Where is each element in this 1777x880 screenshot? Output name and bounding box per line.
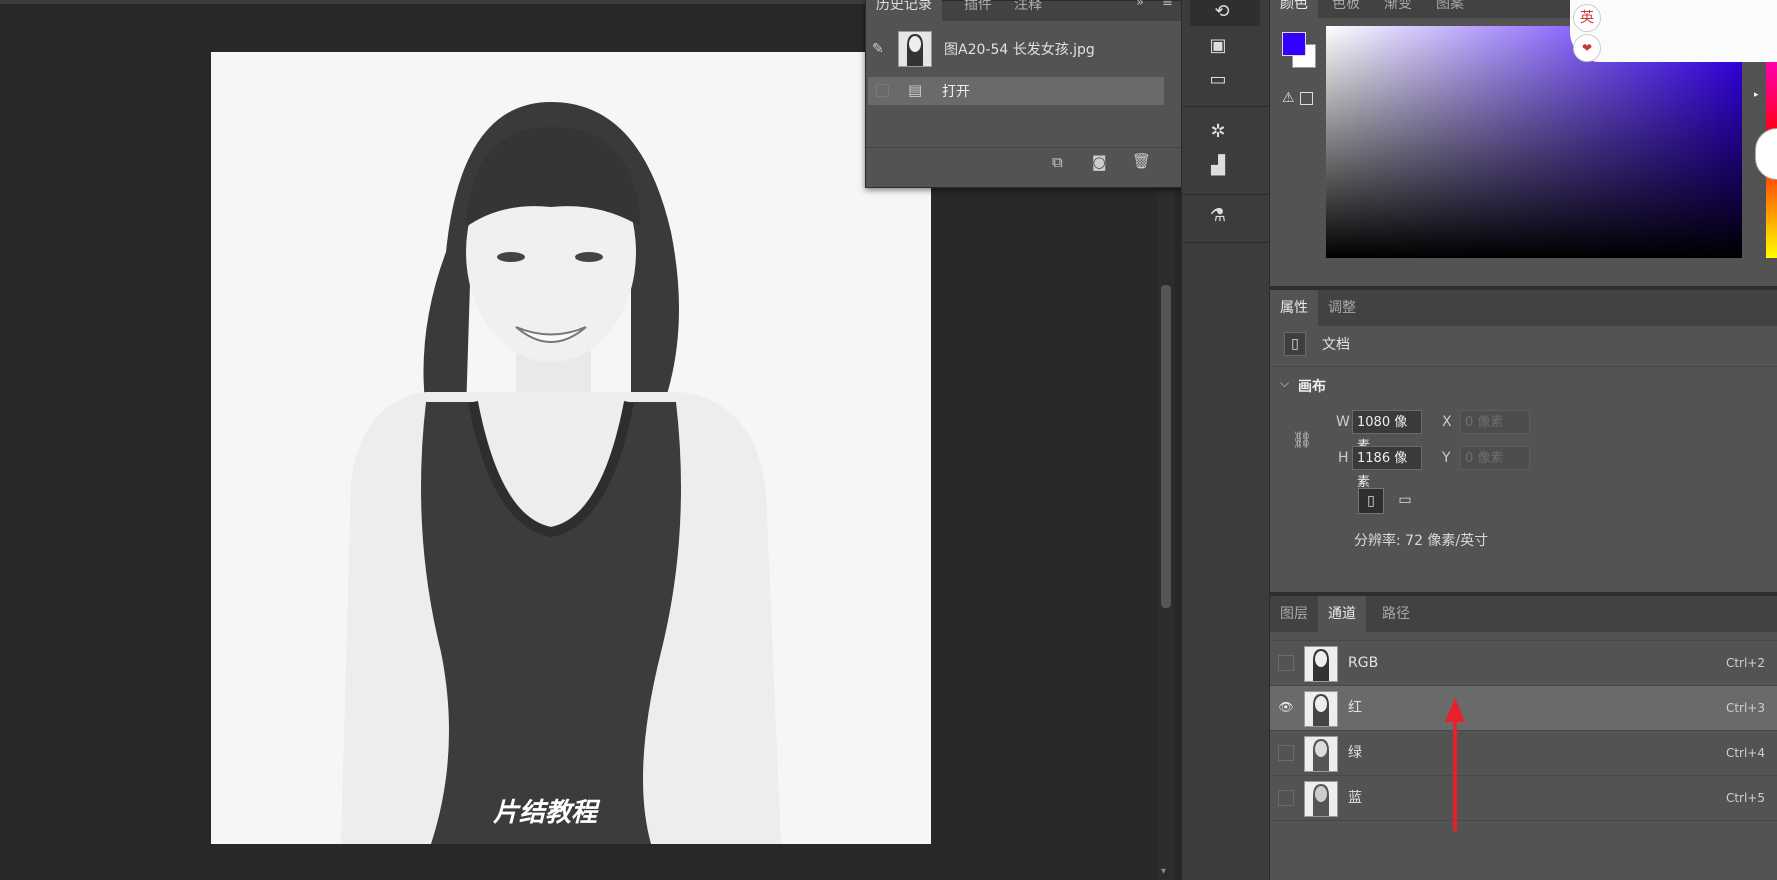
channel-name: 红: [1348, 700, 1362, 716]
visibility-toggle[interactable]: [1278, 655, 1294, 671]
portrait-orientation-icon[interactable]: ▯: [1358, 488, 1384, 514]
document-icon: ▤: [908, 81, 923, 99]
history-step-row[interactable]: ▤ 打开: [868, 77, 1164, 105]
history-source-checkbox[interactable]: [876, 84, 889, 97]
histogram-icon[interactable]: ▟: [1206, 156, 1230, 176]
channel-shortcut: Ctrl+5: [1725, 791, 1765, 805]
channel-name: 蓝: [1348, 790, 1362, 806]
snapshot-name: 图A20-54 长发女孩.jpg: [944, 42, 1095, 58]
history-step-label: 打开: [942, 84, 970, 100]
foreground-color-swatch[interactable]: [1282, 32, 1306, 56]
canvas-y-field[interactable]: 0 像素: [1460, 446, 1530, 470]
right-panel-column: 颜色 色板 渐变 图案 ⚠ ▸ 英 ❤ 属性 调整 ▯ 文档 ⌵ 画布 ⛓ W …: [1270, 0, 1777, 880]
history-panel: 历史记录 插件 注释 » ≡ ✎ 图A20-54 长发女孩.jpg ▤ 打开 ⧉…: [865, 0, 1183, 188]
channel-thumbnail: [1304, 646, 1338, 682]
snapshot-thumbnail: [898, 31, 932, 67]
channel-thumbnail: [1304, 736, 1338, 772]
divider: [1270, 820, 1777, 821]
ime-language-badge[interactable]: 英: [1573, 4, 1601, 32]
history-tab-bar: 历史记录 插件 注释 » ≡: [866, 0, 1182, 21]
panel-menu-icon[interactable]: ≡: [1162, 0, 1173, 10]
out-of-gamut-warning-icon[interactable]: ⚠: [1282, 90, 1295, 106]
canvas-width-field[interactable]: 1080 像素: [1352, 410, 1422, 454]
height-label: H: [1338, 450, 1349, 466]
tab-color[interactable]: 颜色: [1270, 0, 1318, 18]
properties-doc-label: 文档: [1322, 337, 1350, 353]
canvas-height-field[interactable]: 1186 像素: [1352, 446, 1422, 490]
ship-wheel-icon[interactable]: ✲: [1206, 122, 1230, 142]
history-snapshot-row[interactable]: ✎ 图A20-54 长发女孩.jpg: [866, 29, 1162, 69]
history-brush-icon: ✎: [872, 41, 884, 57]
expand-panels-icon[interactable]: »: [1136, 0, 1144, 10]
x-label: X: [1442, 414, 1452, 430]
resolution-text: 分辨率: 72 像素/英寸: [1354, 533, 1489, 549]
eye-icon[interactable]: 👁: [1278, 700, 1294, 716]
scrollbar-thumb[interactable]: [1161, 285, 1171, 608]
visibility-toggle[interactable]: [1278, 745, 1294, 761]
channel-name: RGB: [1348, 655, 1379, 671]
tab-patterns[interactable]: 图案: [1426, 0, 1474, 18]
tab-notes[interactable]: 注释: [1004, 0, 1052, 21]
y-label: Y: [1442, 450, 1451, 466]
tab-history[interactable]: 历史记录: [866, 0, 942, 21]
web-safe-color-swatch[interactable]: [1300, 92, 1313, 105]
tab-swatches[interactable]: 色板: [1322, 0, 1370, 18]
canvas-x-field[interactable]: 0 像素: [1460, 410, 1530, 434]
channels-tab-bar: 图层 通道 路径: [1270, 596, 1777, 632]
channel-row-blue[interactable]: 蓝 Ctrl+5: [1270, 775, 1777, 820]
channel-row-rgb[interactable]: RGB Ctrl+2: [1270, 640, 1777, 685]
link-dimensions-icon[interactable]: ⛓: [1292, 430, 1312, 449]
clone-source-icon[interactable]: ⚗: [1206, 206, 1230, 226]
channel-shortcut: Ctrl+2: [1725, 656, 1765, 670]
channel-name: 绿: [1348, 745, 1362, 761]
history-brush-icon: ⟲: [1214, 1, 1230, 22]
divider: [1182, 194, 1269, 195]
tab-channels[interactable]: 通道: [1318, 596, 1366, 632]
tab-layers[interactable]: 图层: [1270, 596, 1318, 632]
comment-icon[interactable]: ▭: [1206, 70, 1230, 90]
tab-adjustments[interactable]: 调整: [1318, 290, 1366, 326]
watermark-text: 片结教程: [493, 798, 598, 828]
chevron-down-icon[interactable]: ⌵: [1280, 376, 1289, 391]
desktop-mascot-sticker: [1570, 0, 1777, 62]
channel-shortcut: Ctrl+4: [1725, 746, 1765, 760]
divider: [1182, 106, 1269, 107]
panel-icon-strip: ⟲ ▣ ▭ ✲ ▟ ⚗: [1181, 0, 1270, 880]
plugin-icon[interactable]: ▣: [1206, 36, 1230, 56]
divider: [866, 147, 1182, 148]
visibility-toggle[interactable]: [1278, 790, 1294, 806]
document-icon: ▯: [1284, 332, 1306, 356]
hue-slider-marker-icon[interactable]: ▸: [1754, 90, 1759, 100]
image-canvas[interactable]: 片结教程: [211, 52, 931, 844]
annotation-arrow: [1445, 698, 1465, 831]
new-document-from-state-icon[interactable]: ⧉: [1052, 153, 1063, 171]
channel-thumbnail: [1304, 781, 1338, 817]
divider: [1182, 242, 1269, 243]
divider: [1270, 366, 1777, 367]
landscape-orientation-icon[interactable]: ▭: [1392, 488, 1418, 514]
channel-thumbnail: [1304, 691, 1338, 727]
tab-gradients[interactable]: 渐变: [1374, 0, 1422, 18]
portrait-photo: [211, 52, 931, 844]
camera-icon[interactable]: ◙: [1092, 153, 1107, 171]
tab-plugins[interactable]: 插件: [954, 0, 1002, 21]
tab-properties[interactable]: 属性: [1270, 290, 1318, 326]
width-label: W: [1336, 414, 1350, 430]
side-avatar[interactable]: [1755, 128, 1777, 180]
ime-mascot-icon[interactable]: ❤: [1573, 34, 1601, 62]
scroll-down-icon[interactable]: ▾: [1161, 866, 1166, 877]
history-toggle[interactable]: ⟲: [1190, 0, 1260, 26]
channel-row-green[interactable]: 绿 Ctrl+4: [1270, 730, 1777, 775]
trash-icon[interactable]: 🗑: [1132, 152, 1151, 170]
channel-shortcut: Ctrl+3: [1725, 701, 1765, 715]
tab-paths[interactable]: 路径: [1372, 596, 1420, 632]
channel-row-red[interactable]: 👁 红 Ctrl+3: [1270, 685, 1777, 730]
properties-tab-bar: 属性 调整: [1270, 290, 1777, 326]
canvas-section-title: 画布: [1298, 379, 1326, 395]
